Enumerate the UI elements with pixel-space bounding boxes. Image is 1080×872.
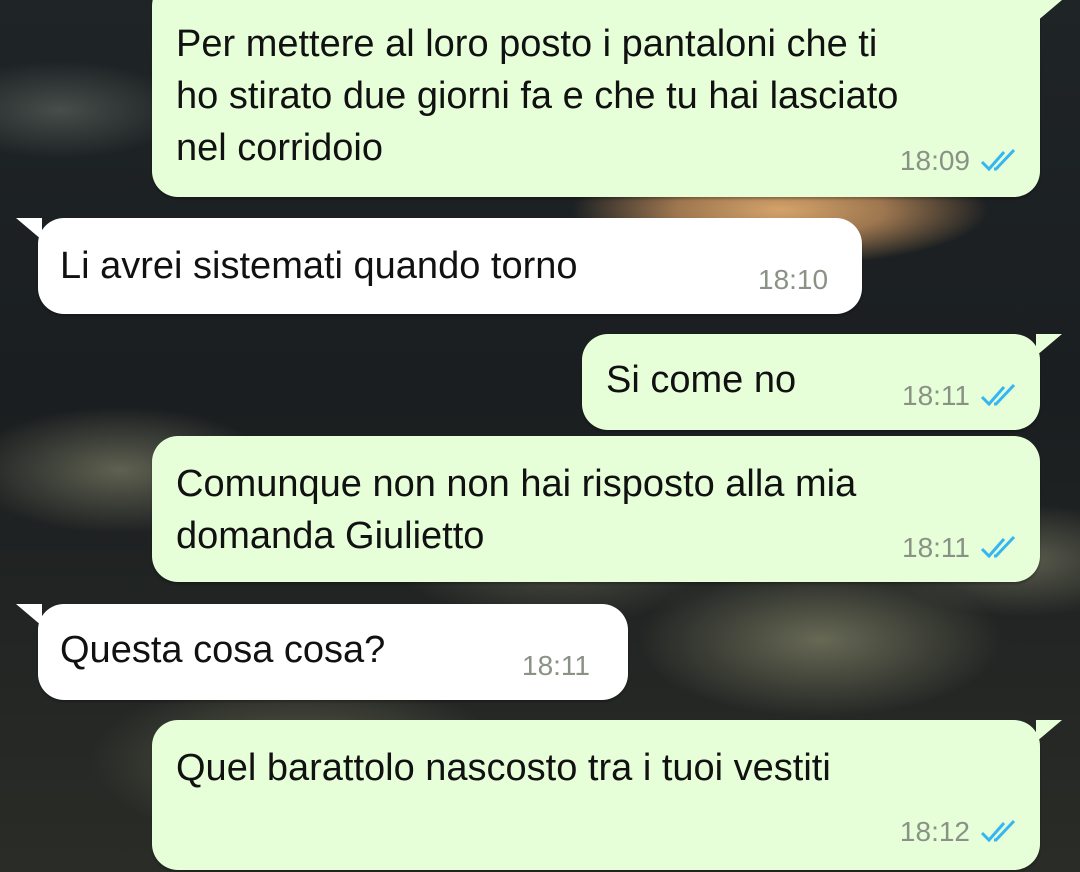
message-time: 18:09 — [899, 145, 970, 176]
message-text: Questa cosa cosa? — [60, 629, 386, 671]
message-bubble-outgoing[interactable]: Si come no 18:11 — [582, 334, 1062, 430]
message-text: Per mettere al loro posto i pantaloni ch… — [176, 23, 899, 169]
bubble-tail — [16, 218, 42, 240]
message-meta: 18:11 — [522, 650, 590, 682]
message-meta: 18:11 — [902, 532, 1020, 564]
bubble-tail — [16, 604, 42, 626]
message-time: 18:11 — [522, 650, 590, 681]
message-text: Si come no — [606, 359, 797, 401]
bubble-tail — [1036, 720, 1062, 742]
message-time: 18:11 — [902, 532, 970, 563]
message-bubble-incoming[interactable]: Questa cosa cosa? 18:11 — [16, 604, 628, 700]
double-check-icon — [980, 535, 1020, 561]
bubble-tail — [1036, 0, 1062, 22]
double-check-icon — [980, 148, 1020, 174]
message-time: 18:11 — [902, 380, 970, 411]
message-bubble-outgoing[interactable]: Comunque non non hai risposto alla mia d… — [152, 436, 1040, 582]
message-meta: 18:10 — [758, 264, 828, 296]
message-meta: 18:09 — [900, 145, 1020, 177]
message-bubble-outgoing[interactable]: Quel barattolo nascosto tra i tuoi vesti… — [152, 720, 1062, 870]
message-text: Li avrei sistemati quando torno — [60, 245, 578, 287]
message-text: Quel barattolo nascosto tra i tuoi vesti… — [176, 747, 831, 789]
bubble-tail — [1036, 334, 1062, 356]
message-meta: 18:11 — [902, 380, 1020, 412]
message-time: 18:12 — [899, 816, 970, 847]
message-time: 18:10 — [758, 264, 829, 295]
double-check-icon — [980, 383, 1020, 409]
double-check-icon — [980, 819, 1020, 845]
message-text: Comunque non non hai risposto alla mia d… — [176, 463, 857, 557]
message-bubble-outgoing[interactable]: Per mettere al loro posto i pantaloni ch… — [152, 0, 1062, 197]
message-bubble-incoming[interactable]: Li avrei sistemati quando torno 18:10 — [16, 218, 862, 314]
message-meta: 18:12 — [900, 816, 1020, 848]
